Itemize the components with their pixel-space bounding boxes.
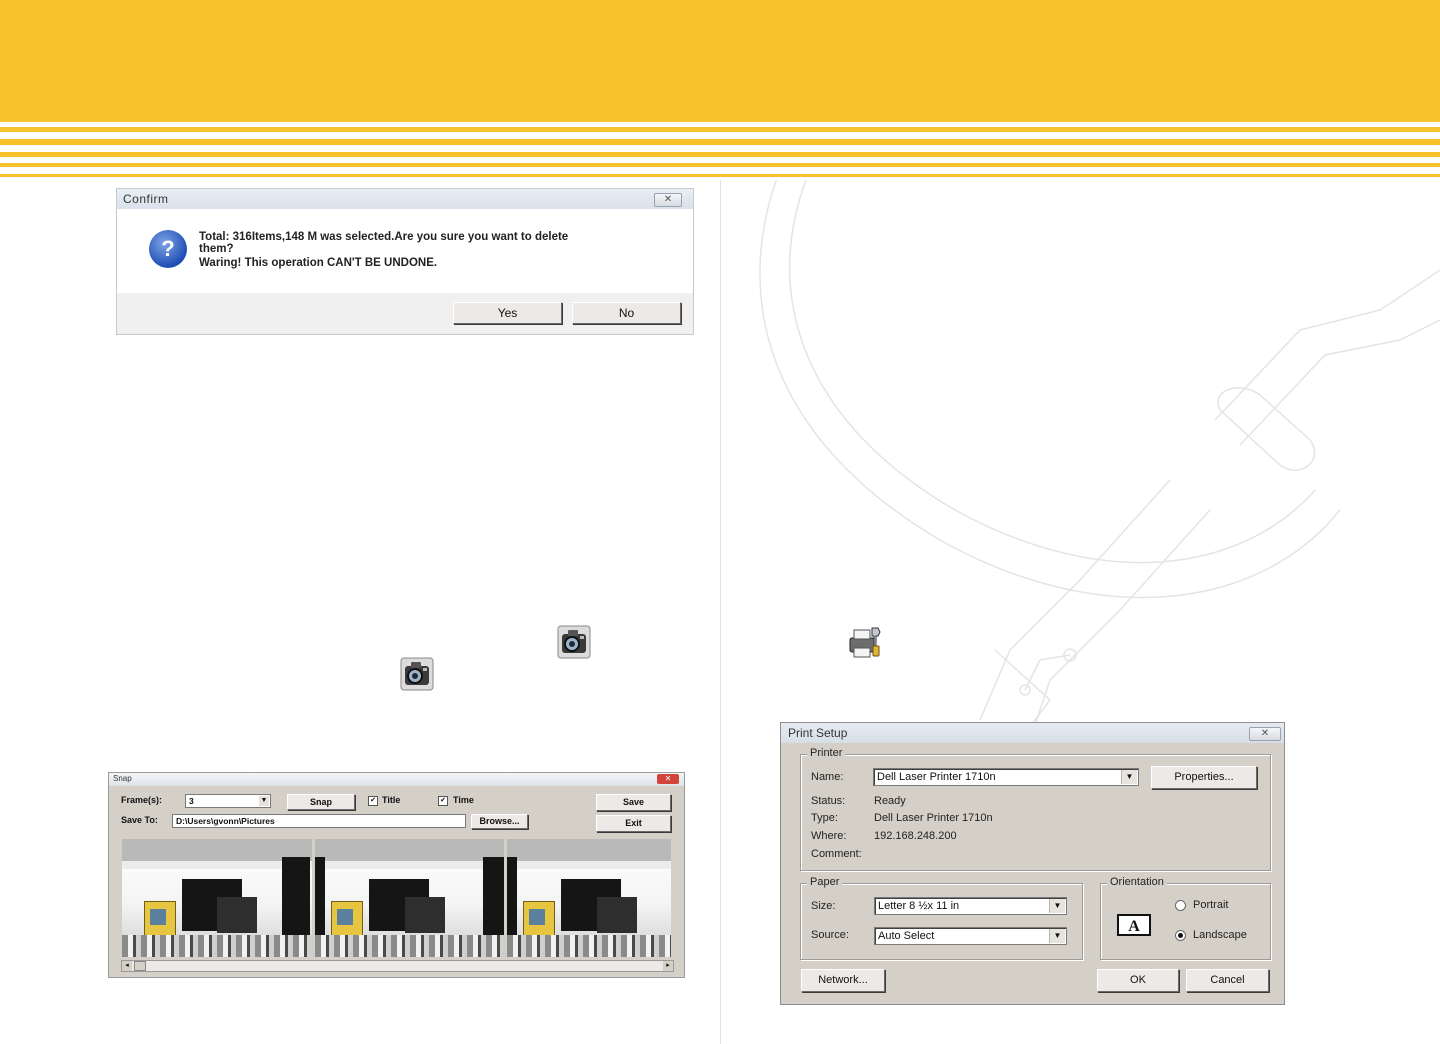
header-stripe xyxy=(0,163,1440,167)
properties-button[interactable]: Properties... xyxy=(1151,766,1257,789)
frames-value: 3 xyxy=(189,796,194,806)
print-setup-titlebar: Print Setup ✕ xyxy=(781,723,1284,743)
frames-label: Frame(s): xyxy=(121,795,163,805)
scroll-thumb[interactable] xyxy=(134,961,146,971)
paper-source-value: Auto Select xyxy=(878,930,935,942)
scroll-right-icon[interactable]: ▸ xyxy=(663,961,673,971)
snapshot-frame[interactable] xyxy=(507,839,671,957)
type-label: Type: xyxy=(811,812,838,824)
print-setup-dialog: Print Setup ✕ Printer Name: Dell Laser P… xyxy=(780,722,1285,1005)
scroll-left-icon[interactable]: ◂ xyxy=(122,961,132,971)
size-label: Size: xyxy=(811,900,836,912)
usb-cable-graphic xyxy=(759,180,1440,740)
portrait-radio[interactable] xyxy=(1175,900,1186,911)
snap-button[interactable]: Snap xyxy=(287,794,355,810)
photo-desk xyxy=(122,935,312,957)
header-band xyxy=(0,0,1440,122)
browse-button[interactable]: Browse... xyxy=(471,814,528,829)
type-value: Dell Laser Printer 1710n xyxy=(874,812,993,824)
question-icon: ? xyxy=(149,230,187,268)
photo-desk xyxy=(507,935,671,957)
snapshot-frame[interactable] xyxy=(315,839,504,957)
photo-ceiling xyxy=(315,839,504,861)
paper-size-value: Letter 8 ½x 11 in xyxy=(878,900,960,912)
title-checkbox[interactable]: ✔ xyxy=(368,796,378,806)
photo-monitor xyxy=(597,897,637,933)
landscape-page-icon: A xyxy=(1117,914,1151,936)
header-stripe xyxy=(0,152,1440,157)
confirm-dialog: Confirm ✕ ? Total: 316Items,148 M was se… xyxy=(116,188,694,335)
message-line: them? xyxy=(199,243,234,255)
landscape-radio[interactable] xyxy=(1175,930,1186,941)
dialog-title: Print Setup xyxy=(788,726,848,740)
dialog-footer: Yes No xyxy=(117,293,693,334)
no-button[interactable]: No xyxy=(572,302,681,324)
landscape-label: Landscape xyxy=(1193,929,1247,941)
printer-name-value: Dell Laser Printer 1710n xyxy=(877,771,996,783)
save-to-label: Save To: xyxy=(121,815,158,825)
time-checkbox[interactable]: ✔ xyxy=(438,796,448,806)
photo-device-screen xyxy=(529,909,545,925)
paper-size-dropdown[interactable]: Letter 8 ½x 11 in ▼ xyxy=(874,897,1067,915)
name-label: Name: xyxy=(811,771,844,783)
printer-name-dropdown[interactable]: Dell Laser Printer 1710n ▼ xyxy=(873,768,1139,786)
column-divider xyxy=(720,180,721,1044)
where-label: Where: xyxy=(811,830,847,842)
paper-group: Paper xyxy=(800,876,1083,960)
comment-label: Comment: xyxy=(811,848,862,860)
chevron-down-icon: ▼ xyxy=(259,796,269,806)
header-stripe xyxy=(0,174,1440,177)
group-label: Paper xyxy=(807,876,843,888)
photo-ceiling xyxy=(507,861,671,869)
where-value: 192.168.248.200 xyxy=(874,830,957,842)
status-label: Status: xyxy=(811,795,846,807)
photo-device-screen xyxy=(150,909,166,925)
save-button[interactable]: Save xyxy=(596,794,671,811)
close-button[interactable]: ✕ xyxy=(1249,727,1281,741)
header-stripe xyxy=(0,139,1440,145)
camera-icon xyxy=(400,657,434,691)
printer-settings-icon xyxy=(849,627,881,658)
paper-source-dropdown[interactable]: Auto Select ▼ xyxy=(874,927,1067,945)
chevron-down-icon: ▼ xyxy=(1049,899,1065,913)
horizontal-scrollbar[interactable]: ◂ ▸ xyxy=(121,960,674,972)
close-button[interactable]: ✕ xyxy=(657,774,679,784)
snap-titlebar: Snap ✕ xyxy=(109,773,684,786)
photo-monitor xyxy=(405,897,445,933)
title-checkbox-label: Title xyxy=(382,795,401,805)
chevron-down-icon: ▼ xyxy=(1049,929,1065,943)
photo-monitor xyxy=(217,897,257,933)
photo-device-screen xyxy=(337,909,353,925)
message-line: Total: 316Items,148 M was selected.Are y… xyxy=(199,231,569,243)
confirm-titlebar: Confirm ✕ xyxy=(117,189,693,209)
dialog-title: Confirm xyxy=(123,192,169,206)
frames-dropdown[interactable]: 3 ▼ xyxy=(185,794,271,808)
exit-button[interactable]: Exit xyxy=(596,815,671,832)
save-to-path-input[interactable]: D:\Users\gvonn\Pictures xyxy=(172,814,466,828)
status-value: Ready xyxy=(874,795,906,807)
photo-ceiling xyxy=(507,839,671,861)
camera-icon xyxy=(557,625,591,659)
close-button[interactable]: ✕ xyxy=(654,193,682,207)
header-stripe xyxy=(0,127,1440,132)
chevron-down-icon: ▼ xyxy=(1121,770,1137,784)
snap-dialog: Snap ✕ Frame(s): 3 ▼ Snap ✔ Title ✔ Time… xyxy=(108,772,685,978)
radio-selected-dot xyxy=(1178,933,1183,938)
ok-button[interactable]: OK xyxy=(1097,969,1179,992)
group-label: Orientation xyxy=(1107,876,1167,888)
portrait-label: Portrait xyxy=(1193,899,1229,911)
dialog-title: Snap xyxy=(113,774,132,783)
group-label: Printer xyxy=(807,747,846,759)
confirm-message: Total: 316Items,148 M was selected.Are y… xyxy=(199,231,669,269)
time-checkbox-label: Time xyxy=(453,795,474,805)
photo-desk xyxy=(315,935,504,957)
message-line: Waring! This operation CAN'T BE UNDONE. xyxy=(199,257,438,269)
photo-ceiling xyxy=(315,861,504,869)
network-button[interactable]: Network... xyxy=(801,969,885,992)
source-label: Source: xyxy=(811,929,849,941)
snapshot-frame[interactable] xyxy=(122,839,312,957)
cancel-button[interactable]: Cancel xyxy=(1186,969,1269,992)
yes-button[interactable]: Yes xyxy=(453,302,562,324)
